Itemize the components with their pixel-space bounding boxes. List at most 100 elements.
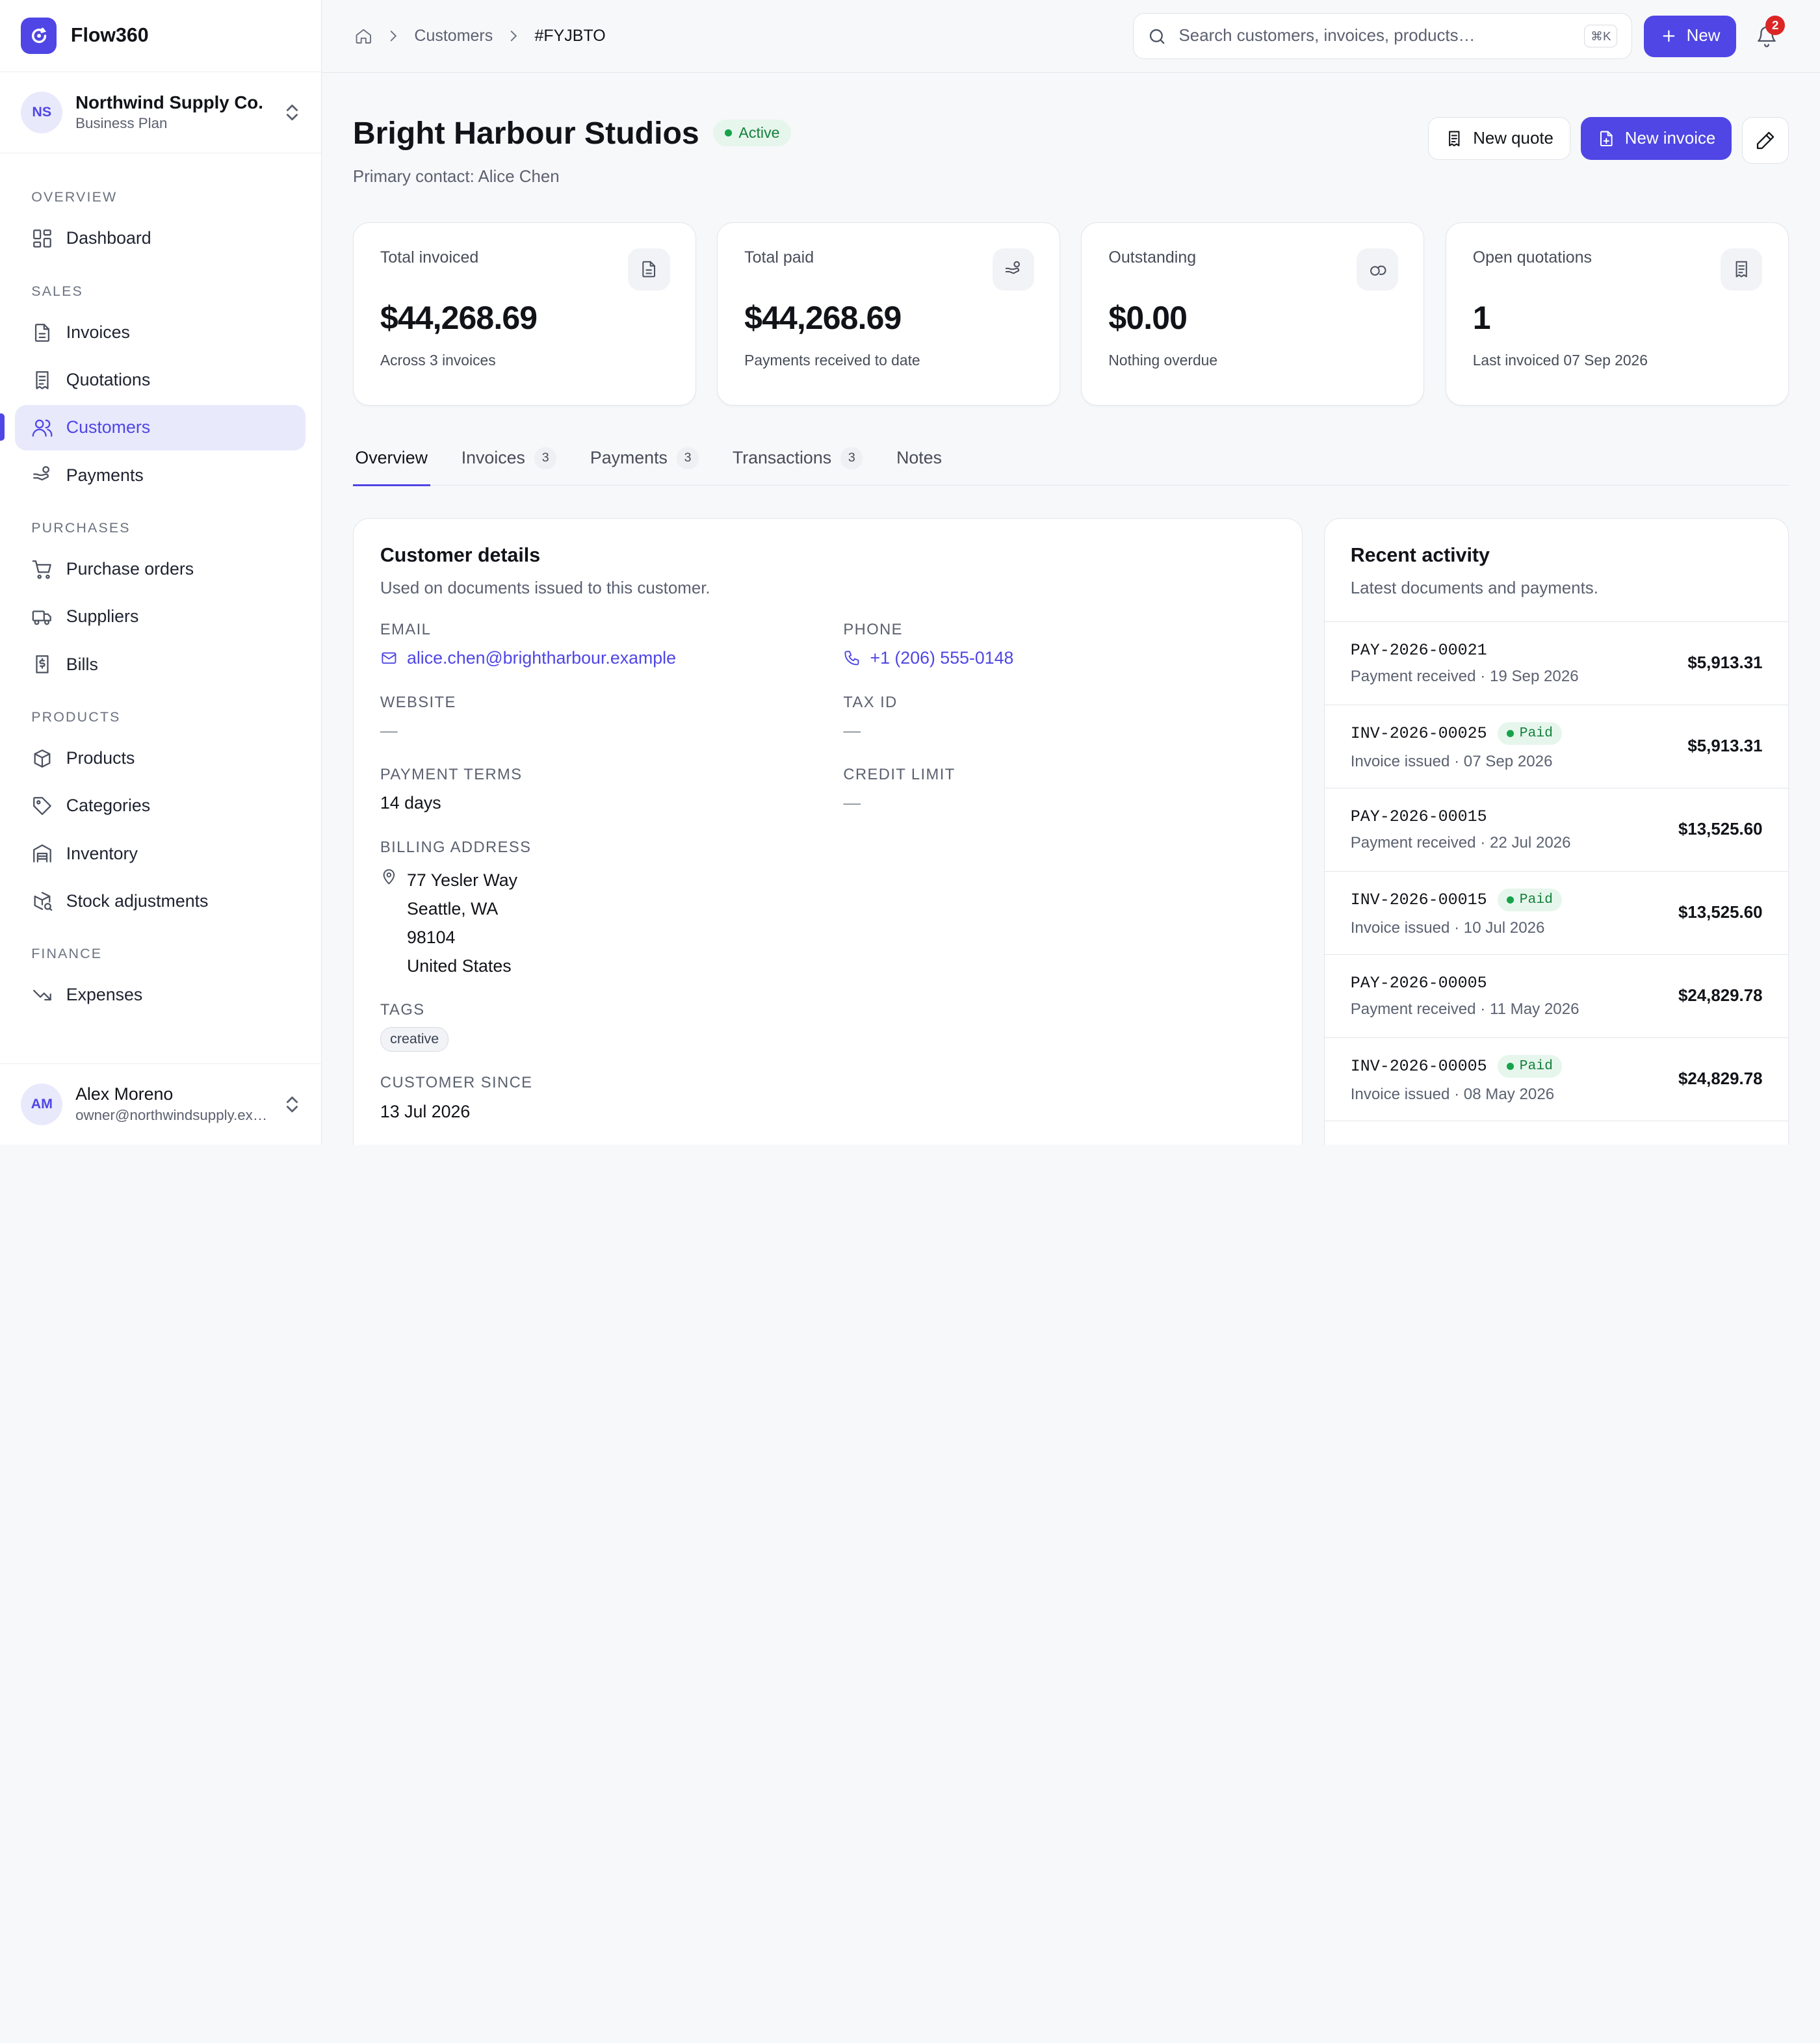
sidebar-item-label: Purchase orders [66,559,194,579]
sidebar-item-customers[interactable]: Customers [0,405,306,450]
breadcrumb: Customers #FYJBTO [354,27,1133,46]
app-name: Flow360 [70,24,149,46]
truck-icon [32,610,51,625]
activity-row[interactable]: INV-2026-00005 Paid Invoice issued · 08 M… [1325,1038,1788,1122]
edit-customer-button[interactable] [1742,117,1789,164]
sidebar-item-payments[interactable]: Payments [15,452,306,498]
stat-card-total-paid: Total paid $44,268.69 Payments received … [717,222,1061,406]
status-dot-icon [1506,729,1514,737]
customer-since-label: CUSTOMER SINCE [380,1074,533,1092]
activity-row[interactable]: INV-2026-00025 Paid Invoice issued · 07 S… [1325,705,1788,789]
phone-link[interactable]: +1 (206) 555-0148 [843,648,1275,668]
new-button[interactable]: New [1643,15,1737,57]
dashboard-icon [33,229,51,248]
tab-payments[interactable]: Payments 3 [588,432,701,486]
sidebar-item-label: Expenses [66,985,143,1005]
tab-notes[interactable]: Notes [894,432,944,486]
search-input[interactable] [1178,27,1573,46]
new-quote-label: New quote [1473,129,1554,148]
file-plus-icon [1600,131,1613,147]
receipt-icon [1721,248,1763,291]
sidebar-item-suppliers[interactable]: Suppliers [15,594,306,640]
stat-value: 1 [1472,299,1491,336]
map-pin-icon [383,868,395,884]
stat-subtext: Across 3 invoices [380,351,496,369]
sidebar-item-stock-adjustments[interactable]: Stock adjustments [15,879,306,924]
address-line: United States [406,956,512,976]
credit-limit-value: — [843,793,861,813]
sidebar-item-products[interactable]: Products [15,736,306,781]
sidebar: Flow360 NS Northwind Supply Co. Business… [0,0,322,1145]
website-label: WEBSITE [380,694,456,711]
tab-label: Invoices [461,448,525,468]
email-link[interactable]: alice.chen@brightharbour.example [380,648,843,668]
activity-row[interactable]: PAY-2026-00015 Payment received · 22 Jul… [1325,788,1788,872]
credit-limit-label: CREDIT LIMIT [843,766,956,784]
activity-subtext: Invoice issued · 10 Jul 2026 [1350,919,1545,937]
new-invoice-button[interactable]: New invoice [1580,117,1732,161]
tab-label: Transactions [732,448,832,468]
notifications-button[interactable]: 2 [1746,15,1788,57]
status-dot-icon [1506,896,1514,904]
sidebar-item-label: Payments [66,465,144,485]
activity-subtext: Payment received · 22 Jul 2026 [1350,834,1571,852]
phone-value: +1 (206) 555-0148 [870,648,1014,668]
brand[interactable]: Flow360 [0,0,321,72]
topbar: Customers #FYJBTO ⌘K New 2 [321,0,1820,73]
document-code: INV-2026-00005 [1350,1056,1487,1076]
payment-terms-field: PAYMENT TERMS 14 days [380,766,843,813]
paid-label: Paid [1519,725,1553,742]
activity-amount: $24,829.78 [1678,987,1763,1006]
stats-grid: Total invoiced $44,268.69 Across 3 invoi… [352,222,1789,406]
document-code: INV-2026-00025 [1350,723,1487,743]
document-code: PAY-2026-00005 [1350,973,1487,993]
global-search[interactable]: ⌘K [1132,13,1632,60]
activity-subtext: Payment received · 19 Sep 2026 [1350,668,1579,686]
main-area: Customers #FYJBTO ⌘K New 2 [321,0,1820,1145]
customer-details-card: Customer details Used on documents issue… [352,518,1303,1145]
sidebar-item-bills[interactable]: Bills [15,642,306,687]
home-icon[interactable] [354,27,373,46]
nav-section-title: OVERVIEW [31,189,118,205]
receipt-icon [1449,131,1460,147]
user-menu[interactable]: AM Alex Moreno owner@northwindsupply.exa… [0,1063,321,1145]
sidebar-item-purchase-orders[interactable]: Purchase orders [15,547,306,592]
sidebar-item-expenses[interactable]: Expenses [15,972,306,1018]
document-code: INV-2026-00015 [1350,890,1487,909]
credit-limit-field: CREDIT LIMIT — [843,766,1275,813]
sidebar-item-label: Dashboard [66,228,151,248]
sidebar-item-invoices[interactable]: Invoices [15,310,306,356]
status-dot-icon [1506,1063,1514,1070]
mail-icon [382,653,396,664]
activity-title: Recent activity [1350,544,1490,566]
chevron-right-icon [510,31,517,42]
activity-amount: $24,829.78 [1678,1070,1763,1089]
email-field: EMAIL alice.chen@brightharbour.example [380,621,843,668]
sidebar-item-label: Products [66,748,135,768]
activity-amount: $13,525.60 [1678,904,1763,922]
trending-down-icon [33,989,51,1001]
tax-id-value: — [843,720,861,740]
sidebar-item-inventory[interactable]: Inventory [15,831,306,876]
bill-icon [36,655,49,673]
address-line: 98104 [406,928,456,948]
breadcrumb-customers[interactable]: Customers [414,27,493,46]
tab-transactions[interactable]: Transactions 3 [730,432,865,486]
tab-overview[interactable]: Overview [352,432,431,488]
tab-invoices[interactable]: Invoices 3 [459,432,559,486]
new-quote-button[interactable]: New quote [1428,117,1570,161]
activity-amount: $5,913.31 [1687,654,1763,673]
activity-row[interactable]: PAY-2026-00021 Payment received · 19 Sep… [1325,622,1788,706]
customer-since-value: 13 Jul 2026 [380,1101,471,1121]
org-switcher[interactable]: NS Northwind Supply Co. Business Plan [0,72,321,153]
activity-row[interactable]: INV-2026-00015 Paid Invoice issued · 10 J… [1325,872,1788,956]
sidebar-item-categories[interactable]: Categories [15,783,306,829]
stat-label: Total paid [744,248,814,267]
tag-chip[interactable]: creative [380,1027,449,1052]
active-indicator [0,413,5,441]
phone-icon [844,651,859,666]
sidebar-item-quotations[interactable]: Quotations [15,358,306,403]
tab-count-badge: 3 [677,447,699,469]
activity-row[interactable]: PAY-2026-00005 Payment received · 11 May… [1325,955,1788,1039]
sidebar-item-dashboard[interactable]: Dashboard [15,216,306,261]
